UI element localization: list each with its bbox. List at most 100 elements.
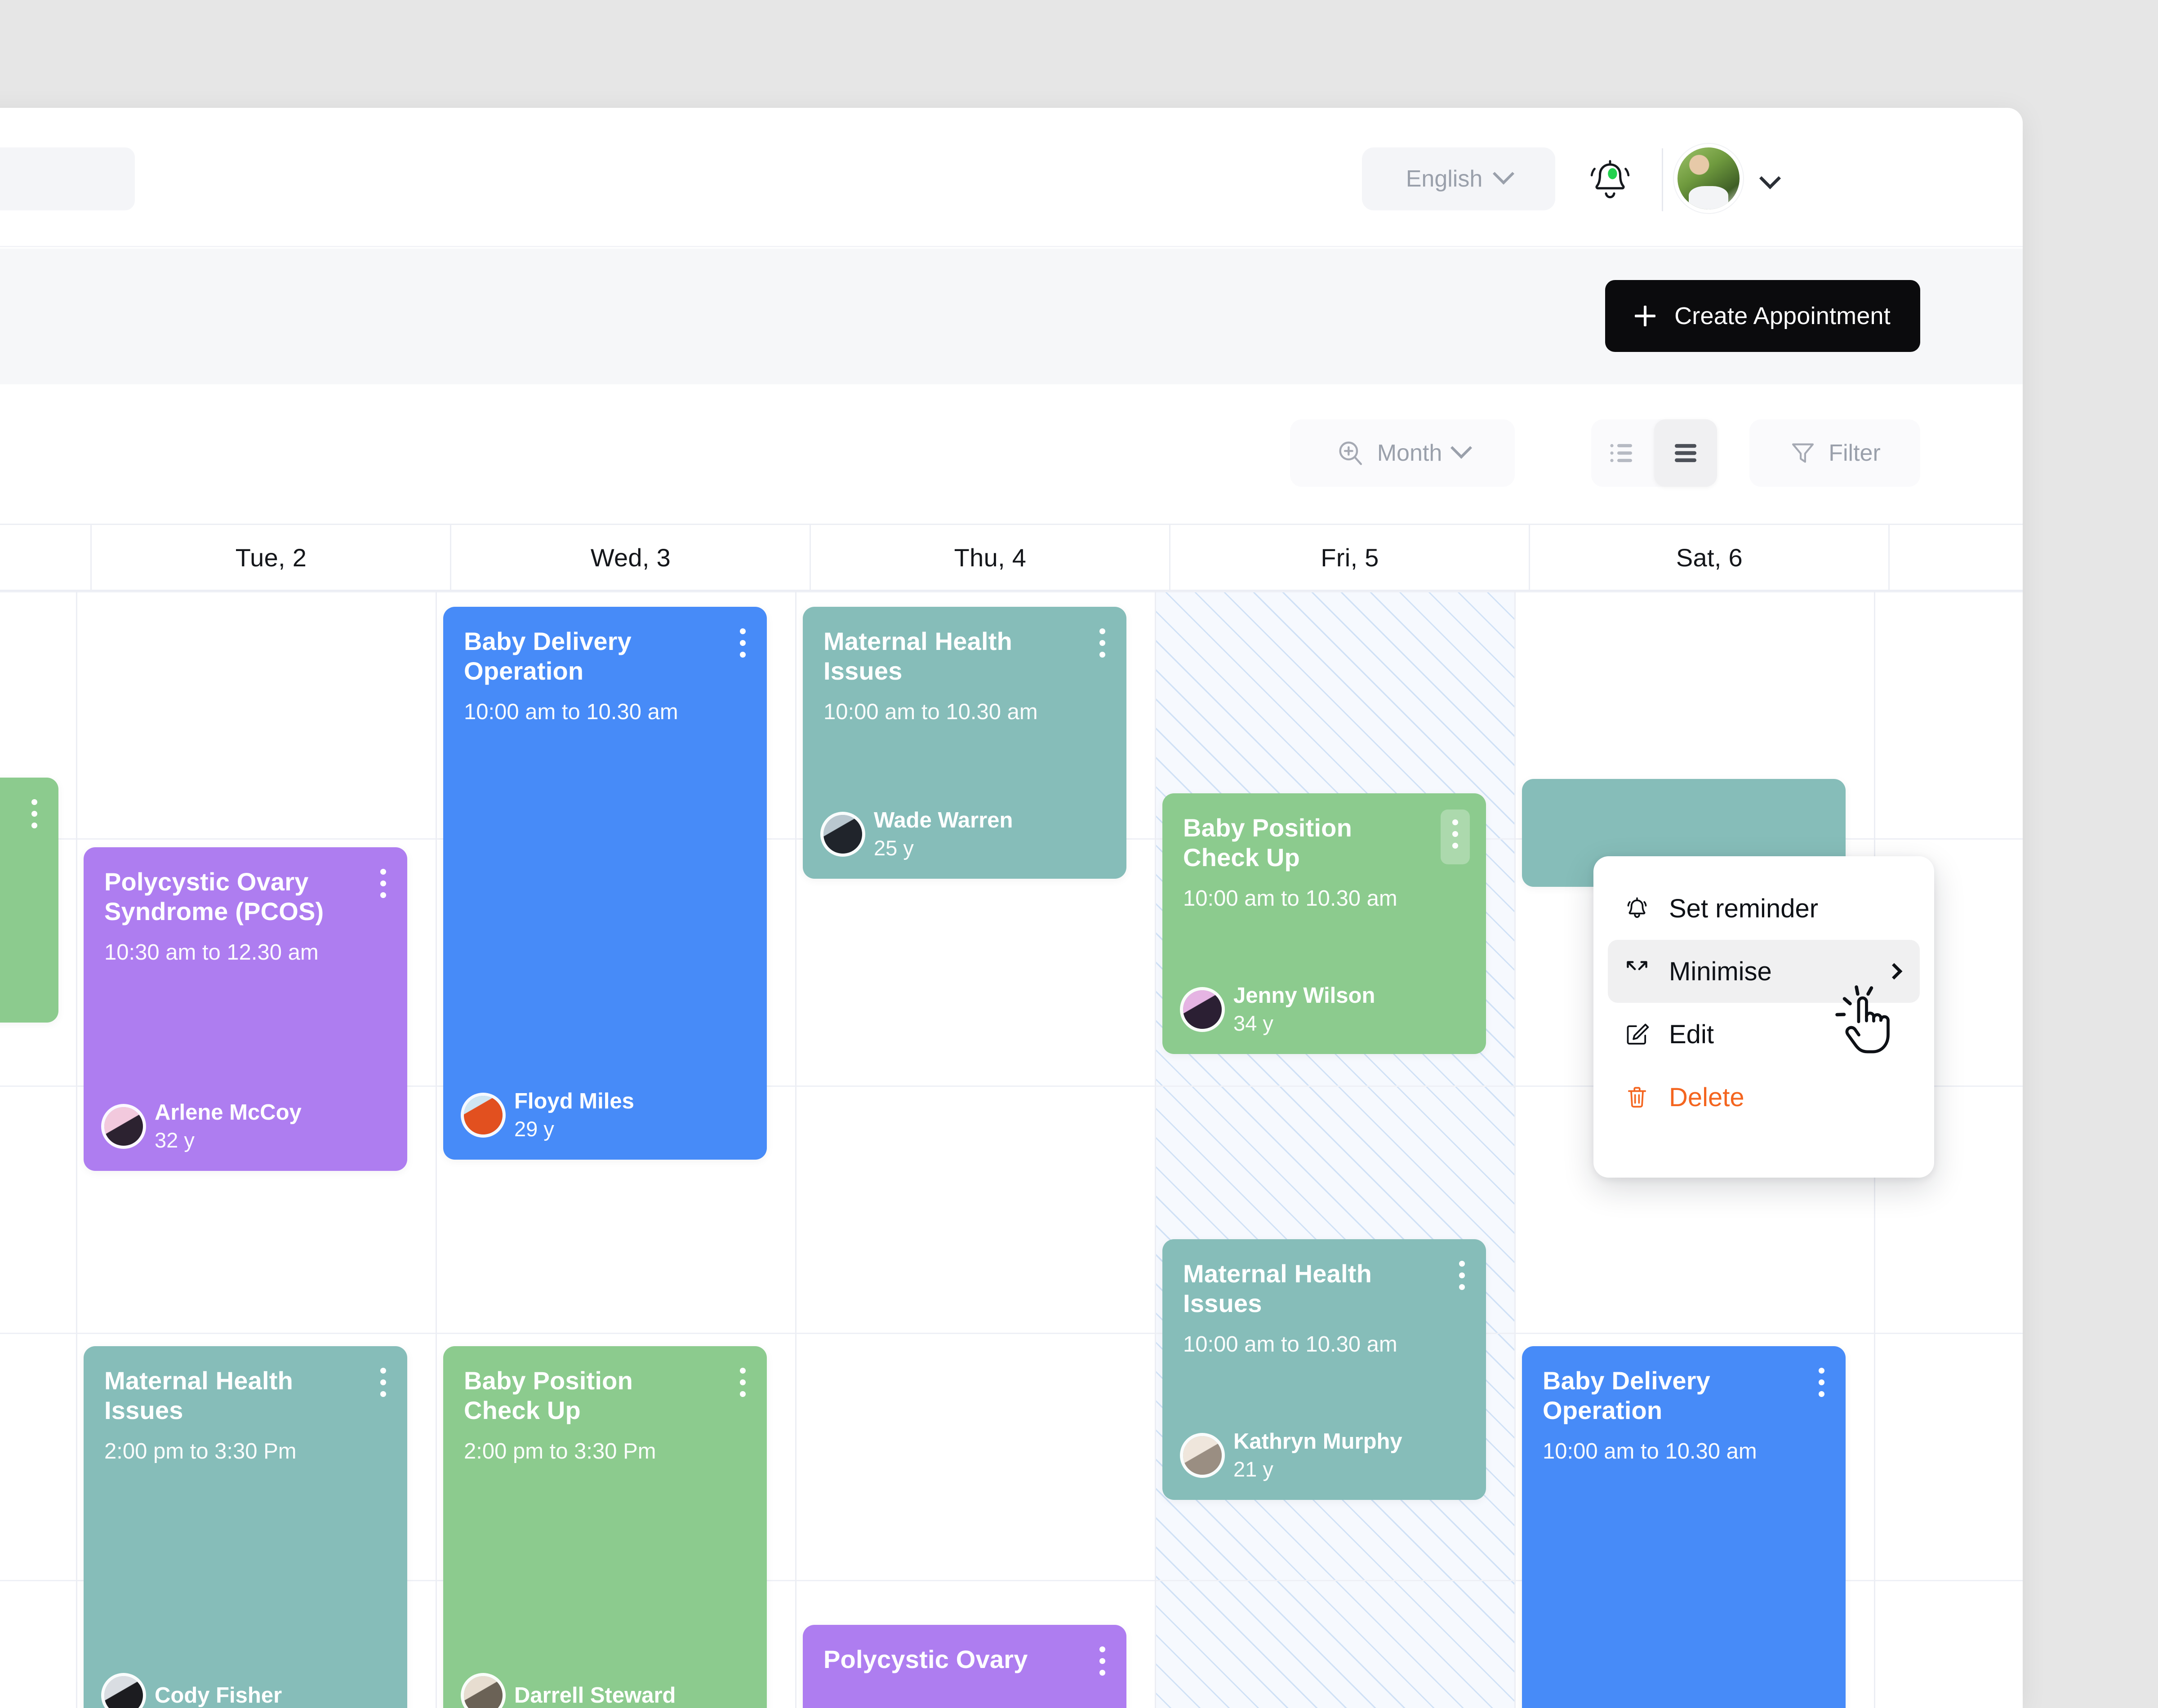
patient-info: Cody Fisher: [104, 1676, 282, 1708]
appointment-card[interactable]: Maternal Health Issues 10:00 am to 10.30…: [1162, 1239, 1486, 1500]
list-view-icon: [1610, 444, 1632, 463]
day-header-overflow[interactable]: [1890, 525, 2023, 590]
day-header-tue[interactable]: Tue, 2: [92, 525, 452, 590]
patient-age: 25 y: [874, 836, 914, 860]
appointment-time: 2:00 pm to 3:30 Pm: [104, 1439, 297, 1464]
patient-age: 29 y: [514, 1116, 554, 1141]
patient-name: Kathryn Murphy: [1233, 1429, 1402, 1454]
appointment-title: Polycystic Ovary Syndrome (PCOS): [104, 867, 324, 926]
bell-icon: [1623, 894, 1651, 922]
patient-avatar: [823, 815, 862, 854]
patient-info: Arlene McCoy 32 y: [104, 1100, 302, 1153]
app-header: English: [0, 108, 2023, 247]
chevron-down-icon[interactable]: [1759, 167, 1781, 190]
chevron-down-icon: [1493, 163, 1515, 185]
appointment-card[interactable]: Baby Position Check Up 2:00 pm to 3:30 P…: [443, 1346, 767, 1708]
edit-icon: [1623, 1020, 1651, 1048]
appointment-time: 10:00 am to 10.30 am: [1543, 1439, 1757, 1464]
appointment-time: 10:00 am to 10.30 am: [1183, 886, 1397, 911]
patient-avatar: [1183, 1436, 1222, 1475]
patient-info: Wade Warren 25 y: [823, 808, 1013, 861]
patient-info: Floyd Miles 29 y: [464, 1089, 634, 1142]
appointment-card[interactable]: Polycystic Ovary: [803, 1625, 1126, 1708]
context-menu-item-label: Set reminder: [1669, 894, 1819, 923]
chevron-down-icon: [1451, 437, 1473, 459]
kebab-menu-icon[interactable]: [740, 1368, 746, 1403]
day-column-tue[interactable]: Polycystic Ovary Syndrome (PCOS) 10:30 a…: [77, 591, 437, 1708]
kebab-menu-icon[interactable]: [740, 628, 746, 663]
notifications-button[interactable]: [1588, 157, 1632, 207]
kebab-menu-icon[interactable]: [380, 1368, 387, 1403]
kebab-menu-icon[interactable]: [1819, 1368, 1825, 1403]
appointment-time: 10:00 am to 10.30 am: [823, 700, 1038, 725]
view-mode-list-button[interactable]: [1591, 419, 1654, 487]
kebab-menu-icon[interactable]: [31, 799, 38, 834]
day-header-1[interactable]: 1: [0, 525, 92, 590]
appointment-time: 10:00 am to 10.30 am: [1183, 1332, 1397, 1357]
patient-name: Arlene McCoy: [155, 1100, 302, 1125]
kebab-menu-icon[interactable]: [1441, 810, 1470, 864]
language-selector[interactable]: English: [1362, 147, 1555, 210]
appointment-title: Baby Delivery Operation: [1543, 1366, 1711, 1425]
day-header-thu[interactable]: Thu, 4: [811, 525, 1171, 590]
kebab-menu-icon[interactable]: [1099, 1646, 1106, 1681]
patient-name: Cody Fisher: [155, 1683, 282, 1708]
patient-avatar: [1183, 990, 1222, 1029]
day-column-wed[interactable]: Baby Delivery Operation 10:00 am to 10.3…: [437, 591, 796, 1708]
appointment-title: Maternal Health Issues: [1183, 1259, 1372, 1318]
day-column-1[interactable]: 0 am ssell: [0, 591, 77, 1708]
day-header-fri[interactable]: Fri, 5: [1170, 525, 1531, 590]
day-header-wed[interactable]: Wed, 3: [451, 525, 811, 590]
context-menu-item-label: Delete: [1669, 1082, 1744, 1112]
view-mode-toggle: [1591, 419, 1717, 487]
view-scale-selector[interactable]: Month: [1290, 419, 1515, 487]
appointment-title: Maternal Health Issues: [104, 1366, 293, 1425]
patient-name: Darrell Steward: [514, 1683, 676, 1708]
patient-age: 32 y: [155, 1128, 195, 1152]
appointment-title: Baby Delivery Operation: [464, 627, 632, 685]
patient-age: 21 y: [1233, 1457, 1273, 1481]
context-menu-item-set-reminder[interactable]: Set reminder: [1608, 877, 1920, 940]
appointment-card[interactable]: 0 am ssell: [0, 778, 58, 1023]
funnel-icon: [1792, 443, 1814, 463]
context-menu-item-delete[interactable]: Delete: [1608, 1066, 1920, 1129]
appointment-card[interactable]: Maternal Health Issues 10:00 am to 10.30…: [803, 607, 1126, 879]
patient-name: Wade Warren: [874, 808, 1013, 832]
language-label: English: [1406, 166, 1483, 192]
filter-button[interactable]: Filter: [1749, 419, 1920, 487]
patient-name: Jenny Wilson: [1233, 983, 1375, 1008]
trash-icon: [1623, 1083, 1651, 1111]
appointment-card[interactable]: Baby Delivery Operation 10:00 am to 10.3…: [443, 607, 767, 1160]
action-bar: Create Appointment: [0, 249, 2023, 384]
patient-info: Darrell Steward: [464, 1676, 676, 1708]
patient-info: Kathryn Murphy 21 y: [1183, 1429, 1402, 1482]
avatar[interactable]: [1677, 147, 1740, 209]
create-appointment-button[interactable]: Create Appointment: [1605, 280, 1920, 352]
view-mode-agenda-button[interactable]: [1654, 419, 1717, 487]
patient-avatar: [464, 1676, 503, 1708]
kebab-menu-icon[interactable]: [380, 869, 387, 904]
patient-avatar: [104, 1676, 143, 1708]
appointment-card[interactable]: Maternal Health Issues 2:00 pm to 3:30 P…: [84, 1346, 407, 1708]
create-appointment-label: Create Appointment: [1674, 302, 1891, 329]
minimise-icon: [1623, 957, 1651, 985]
appointment-card[interactable]: Baby Position Check Up 10:00 am to 10.30…: [1162, 793, 1486, 1054]
context-menu-item-label: Edit: [1669, 1019, 1714, 1049]
context-menu-item-minimise[interactable]: Minimise: [1608, 940, 1920, 1003]
appointment-title: Baby Position Check Up: [464, 1366, 633, 1425]
kebab-menu-icon[interactable]: [1099, 628, 1106, 663]
appointment-card[interactable]: Polycystic Ovary Syndrome (PCOS) 10:30 a…: [84, 847, 407, 1171]
patient-avatar: [104, 1107, 143, 1146]
patient-name: Floyd Miles: [514, 1089, 634, 1113]
day-column-thu[interactable]: Maternal Health Issues 10:00 am to 10.30…: [796, 591, 1156, 1708]
search-box[interactable]: [0, 147, 135, 210]
appointment-card[interactable]: Baby Delivery Operation 10:00 am to 10.3…: [1522, 1346, 1846, 1708]
patient-age: 34 y: [1233, 1011, 1273, 1035]
view-scale-label: Month: [1377, 440, 1442, 466]
context-menu-item-edit[interactable]: Edit: [1608, 1003, 1920, 1066]
patient-info: Jenny Wilson 34 y: [1183, 983, 1375, 1036]
day-column-fri[interactable]: Baby Position Check Up 10:00 am to 10.30…: [1156, 591, 1516, 1708]
kebab-menu-icon[interactable]: [1459, 1261, 1465, 1296]
search-input[interactable]: [0, 165, 135, 192]
day-header-sat[interactable]: Sat, 6: [1530, 525, 1890, 590]
